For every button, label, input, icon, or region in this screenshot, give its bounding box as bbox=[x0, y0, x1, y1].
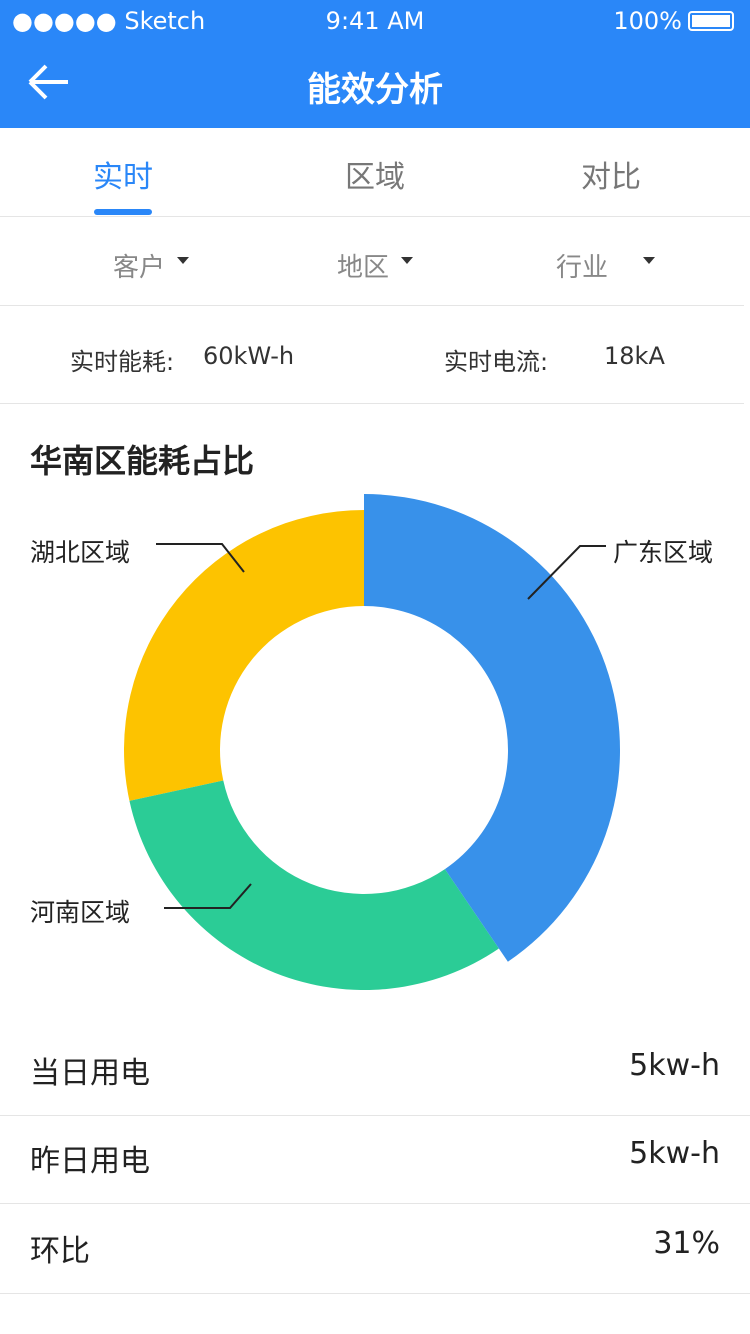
row-label: 当日用电 bbox=[30, 1056, 150, 1091]
row-value: 31% bbox=[653, 1226, 720, 1261]
slice-label-hubei: 湖北区域 bbox=[30, 538, 131, 567]
row-label: 昨日用电 bbox=[30, 1144, 150, 1179]
donut-slice bbox=[129, 780, 499, 991]
battery-percent: 100% bbox=[613, 7, 682, 35]
tab-region[interactable]: 区域 bbox=[295, 152, 455, 196]
slice-label-guangdong: 广东区域 bbox=[613, 538, 714, 567]
energy-value: 60kW-h bbox=[203, 342, 295, 370]
tab-compare[interactable]: 对比 bbox=[531, 152, 691, 196]
filter-industry[interactable]: 行业 bbox=[556, 247, 608, 284]
current-value: 18kA bbox=[604, 342, 665, 370]
yesterday-usage-row: 昨日用电 5kw-h bbox=[0, 1114, 750, 1204]
current-label: 实时电流: bbox=[444, 348, 549, 376]
ratio-row: 环比 31% bbox=[0, 1204, 750, 1294]
row-value: 5kw-h bbox=[629, 1136, 720, 1171]
tab-bar: 实时 区域 对比 bbox=[0, 128, 750, 217]
row-value: 5kw-h bbox=[629, 1048, 720, 1083]
filter-bar: 客户 地区 行业 bbox=[0, 217, 744, 306]
app-header: ●●●●● Sketch 9:41 AM 100% 能效分析 bbox=[0, 0, 750, 128]
filter-area[interactable]: 地区 bbox=[337, 247, 389, 284]
battery-icon bbox=[688, 11, 734, 31]
today-usage-row: 当日用电 5kw-h bbox=[0, 1026, 750, 1116]
status-bar: ●●●●● Sketch 9:41 AM 100% bbox=[0, 0, 750, 40]
caret-down-icon[interactable] bbox=[401, 257, 413, 264]
realtime-stats: 实时能耗: 60kW-h 实时电流: 18kA bbox=[0, 306, 744, 404]
filter-customer[interactable]: 客户 bbox=[113, 247, 165, 284]
tab-realtime[interactable]: 实时 bbox=[43, 152, 203, 196]
caret-down-icon[interactable] bbox=[643, 257, 655, 264]
active-tab-indicator bbox=[94, 209, 152, 215]
donut-slice bbox=[123, 510, 364, 801]
energy-label: 实时能耗: bbox=[70, 348, 175, 376]
slice-label-henan: 河南区域 bbox=[30, 898, 131, 927]
row-label: 环比 bbox=[30, 1234, 90, 1269]
caret-down-icon[interactable] bbox=[177, 257, 189, 264]
page-title: 能效分析 bbox=[307, 70, 443, 110]
